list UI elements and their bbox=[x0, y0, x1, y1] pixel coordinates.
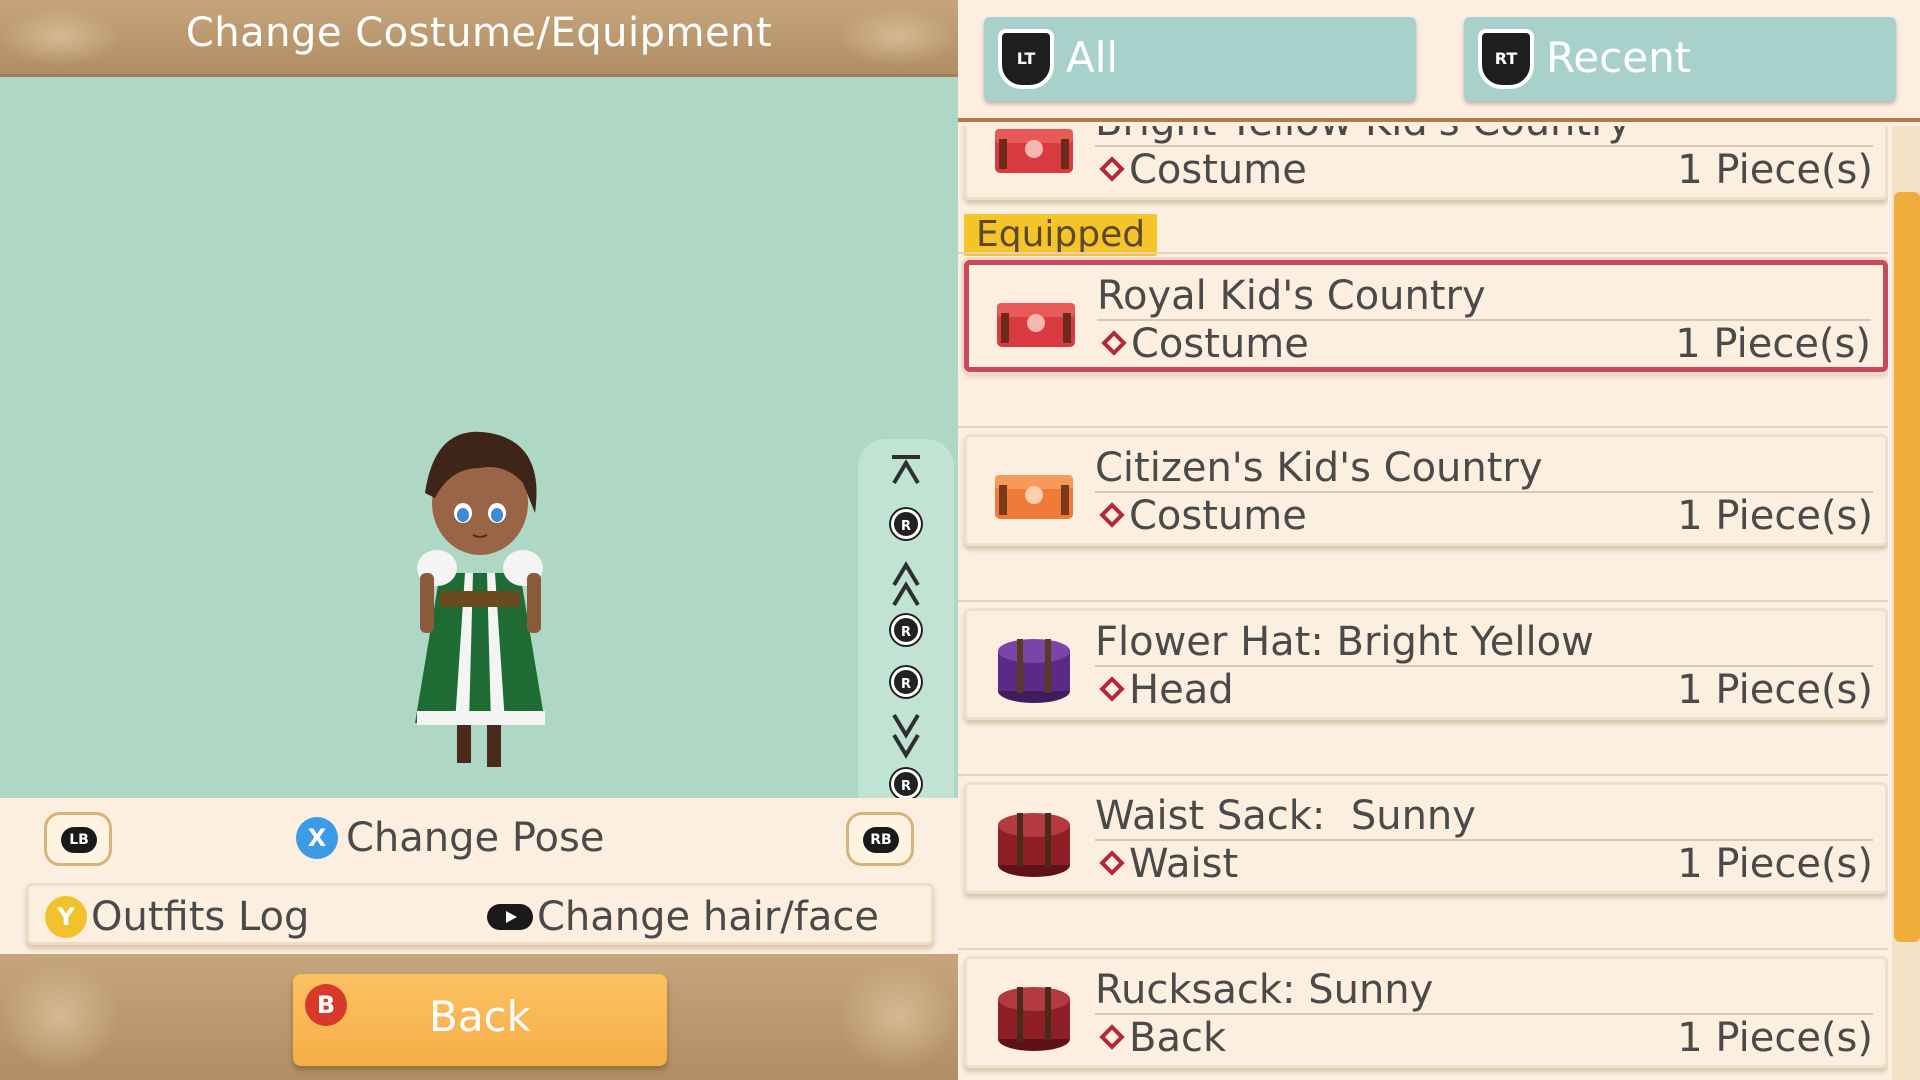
camera-up-icon[interactable]: R bbox=[858, 509, 954, 539]
outfits-log-button[interactable]: Y Outfits Log bbox=[45, 892, 309, 940]
item-category-label: Costume bbox=[1129, 147, 1307, 193]
item-name: Citizen's Kid's Country bbox=[1095, 445, 1543, 491]
item-category-label: Waist bbox=[1129, 841, 1239, 887]
tab-all-label: All bbox=[1066, 33, 1119, 82]
divider bbox=[958, 252, 1888, 254]
tab-recent-label: Recent bbox=[1546, 33, 1692, 82]
title-bar: Change Costume/Equipment bbox=[0, 0, 958, 74]
costume-preview-panel: Change Costume/Equipment R R R R LB X Ch… bbox=[0, 0, 958, 1080]
character-avatar bbox=[415, 431, 545, 767]
item-category: Back bbox=[1095, 1015, 1226, 1061]
divider bbox=[958, 948, 1888, 950]
diamond-icon bbox=[1099, 156, 1125, 182]
red-trunk-icon bbox=[995, 129, 1073, 173]
item-name: Rucksack: Sunny bbox=[1095, 967, 1434, 1013]
item-category: Waist bbox=[1095, 841, 1238, 887]
outfits-log-label: Outfits Log bbox=[91, 894, 310, 940]
item-quantity: 1 Piece(s) bbox=[1677, 667, 1873, 713]
r-stick-icon: R bbox=[891, 769, 921, 799]
diamond-icon bbox=[1099, 502, 1125, 528]
list-item[interactable]: Bright Yellow Kid's Country Costume 1 Pi… bbox=[964, 126, 1888, 200]
rt-button-icon: RT bbox=[1478, 29, 1534, 89]
change-pose-label: Change Pose bbox=[346, 815, 605, 861]
item-list: Bright Yellow Kid's Country Costume 1 Pi… bbox=[958, 126, 1888, 1080]
divider bbox=[958, 600, 1888, 602]
r-stick-icon: R bbox=[891, 667, 921, 697]
purple-hatbox-icon bbox=[998, 639, 1070, 703]
zoom-out-icon[interactable] bbox=[858, 711, 954, 763]
back-label: Back bbox=[429, 992, 531, 1041]
back-button[interactable]: B Back bbox=[293, 974, 667, 1066]
divider bbox=[958, 774, 1888, 776]
list-item[interactable]: Rucksack: Sunny Back 1 Piece(s) bbox=[964, 956, 1888, 1068]
camera-left-icon[interactable]: R bbox=[858, 615, 954, 645]
r-stick-icon: R bbox=[891, 615, 921, 645]
item-list-panel: LT All RT Recent Bright Yellow Kid's Cou… bbox=[958, 0, 1920, 1080]
zoom-in-icon[interactable] bbox=[858, 561, 954, 613]
camera-right-icon[interactable]: R bbox=[858, 667, 954, 697]
list-item[interactable]: Waist Sack: Sunny Waist 1 Piece(s) bbox=[964, 782, 1888, 894]
item-name: Waist Sack: Sunny bbox=[1095, 793, 1476, 839]
lt-button-icon: LT bbox=[998, 29, 1054, 89]
tab-recent[interactable]: RT Recent bbox=[1464, 17, 1896, 101]
red-hatbox-icon bbox=[998, 987, 1070, 1051]
item-category-label: Head bbox=[1129, 667, 1234, 713]
list-item[interactable]: Citizen's Kid's Country Costume 1 Piece(… bbox=[964, 434, 1888, 546]
divider bbox=[958, 426, 1888, 428]
lb-button[interactable]: LB bbox=[44, 812, 112, 866]
item-category: Costume bbox=[1095, 147, 1307, 193]
item-name: Royal Kid's Country bbox=[1097, 273, 1486, 319]
camera-down-icon[interactable]: R bbox=[858, 769, 954, 799]
touchpad-icon bbox=[487, 904, 533, 930]
r-stick-icon: R bbox=[891, 509, 921, 539]
change-hair-face-button[interactable]: Change hair/face bbox=[487, 892, 879, 940]
item-quantity: 1 Piece(s) bbox=[1677, 493, 1873, 539]
secondary-actions: Y Outfits Log Change hair/face bbox=[26, 883, 934, 945]
scroll-top-icon[interactable] bbox=[858, 453, 954, 493]
red-hatbox-icon bbox=[998, 813, 1070, 877]
item-category: Costume bbox=[1095, 493, 1307, 539]
item-category-label: Back bbox=[1129, 1015, 1227, 1061]
orange-trunk-icon bbox=[995, 475, 1073, 519]
list-item-selected[interactable]: Royal Kid's Country Costume 1 Piece(s) bbox=[964, 260, 1888, 372]
equipped-tag: Equipped bbox=[964, 214, 1158, 256]
filter-tabs: LT All RT Recent bbox=[958, 0, 1920, 122]
character-preview[interactable]: R R R R bbox=[0, 74, 958, 869]
diamond-icon bbox=[1099, 1024, 1125, 1050]
x-button-icon: X bbox=[296, 817, 338, 859]
item-category: Head bbox=[1095, 667, 1234, 713]
control-hints: LB X Change Pose RB Y Outfits Log Change h… bbox=[0, 798, 958, 954]
item-category-label: Costume bbox=[1129, 493, 1307, 539]
item-quantity: 1 Piece(s) bbox=[1677, 1015, 1873, 1061]
item-name: Flower Hat: Bright Yellow bbox=[1095, 619, 1594, 665]
diamond-icon bbox=[1101, 330, 1127, 356]
change-pose-button[interactable]: X Change Pose bbox=[296, 813, 604, 861]
diamond-icon bbox=[1099, 850, 1125, 876]
diamond-icon bbox=[1099, 676, 1125, 702]
red-trunk-icon bbox=[997, 303, 1075, 347]
rb-button[interactable]: RB bbox=[846, 812, 914, 866]
scrollbar-thumb[interactable] bbox=[1894, 192, 1920, 942]
item-category: Costume bbox=[1097, 321, 1309, 367]
page-title: Change Costume/Equipment bbox=[185, 10, 773, 56]
list-item[interactable]: Flower Hat: Bright Yellow Head 1 Piece(s… bbox=[964, 608, 1888, 720]
tab-all[interactable]: LT All bbox=[984, 17, 1416, 101]
item-quantity: 1 Piece(s) bbox=[1677, 841, 1873, 887]
change-hair-face-label: Change hair/face bbox=[537, 894, 879, 940]
y-button-icon: Y bbox=[45, 896, 87, 938]
item-name: Bright Yellow Kid's Country bbox=[1095, 126, 1631, 145]
item-quantity: 1 Piece(s) bbox=[1677, 147, 1873, 193]
item-quantity: 1 Piece(s) bbox=[1675, 321, 1871, 367]
item-category-label: Costume bbox=[1131, 321, 1309, 367]
